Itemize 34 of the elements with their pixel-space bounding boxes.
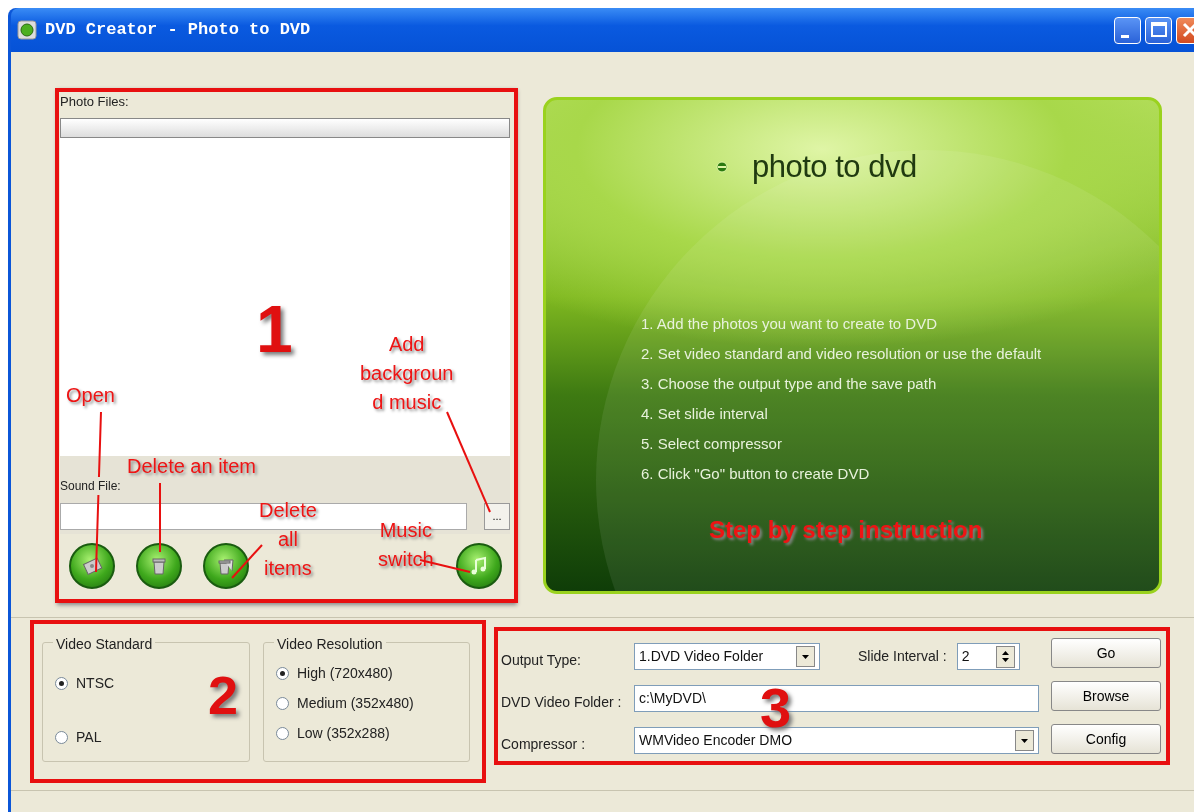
- region-number: 2: [208, 668, 239, 722]
- radio-label: NTSC: [76, 674, 115, 693]
- slide-interval-spinner[interactable]: 2: [956, 643, 1020, 670]
- window-title: DVD Creator - Photo to DVD: [45, 19, 312, 42]
- instruction-step: 6. Click "Go" button to create DVD: [641, 458, 1159, 489]
- field-label: Slide Interval :: [858, 647, 947, 666]
- callout-label: Open: [66, 383, 115, 408]
- radio-label: Medium (352x480): [297, 694, 414, 713]
- instruction-step: 5. Select compressor: [641, 428, 1159, 459]
- radio-label: Low (352x288): [297, 724, 390, 743]
- field-label: Compressor :: [501, 735, 587, 754]
- region-number: 1: [256, 296, 293, 362]
- field-label: Sound File:: [60, 476, 121, 495]
- field-label: Output Type:: [501, 651, 582, 670]
- radio-label: High (720x480): [297, 664, 393, 683]
- compressor-dropdown[interactable]: WMVideo Encoder DMO: [634, 727, 1039, 754]
- browse-button[interactable]: Browse: [1051, 681, 1161, 711]
- browse-button[interactable]: ...: [484, 503, 510, 530]
- callout-label: Delete all items: [259, 498, 317, 581]
- callout-label: Delete an item: [127, 454, 256, 479]
- field-label: DVD Video Folder :: [501, 693, 623, 712]
- instruction-step: 4. Set slide interval: [641, 398, 1159, 429]
- output-type-dropdown[interactable]: 1.DVD Video Folder: [634, 643, 820, 670]
- field-label: Photo Files:: [60, 93, 130, 111]
- callout-label: Step by step instruction: [709, 515, 983, 545]
- radio-label: PAL: [76, 728, 102, 747]
- instruction-step: 2. Set video standard and video resolution or use the default: [641, 338, 1159, 369]
- callout-label: Add backgroun d music: [360, 332, 454, 415]
- go-button[interactable]: Go: [1051, 638, 1161, 668]
- instruction-step: 3. Choose the output type and the save path: [641, 368, 1159, 399]
- config-button[interactable]: Config: [1051, 724, 1161, 754]
- banner-title: photo to dvd: [752, 148, 917, 186]
- instruction-step: 1. Add the photos you want to create to DVD: [641, 308, 1159, 339]
- callout-label: Music switch: [378, 518, 434, 572]
